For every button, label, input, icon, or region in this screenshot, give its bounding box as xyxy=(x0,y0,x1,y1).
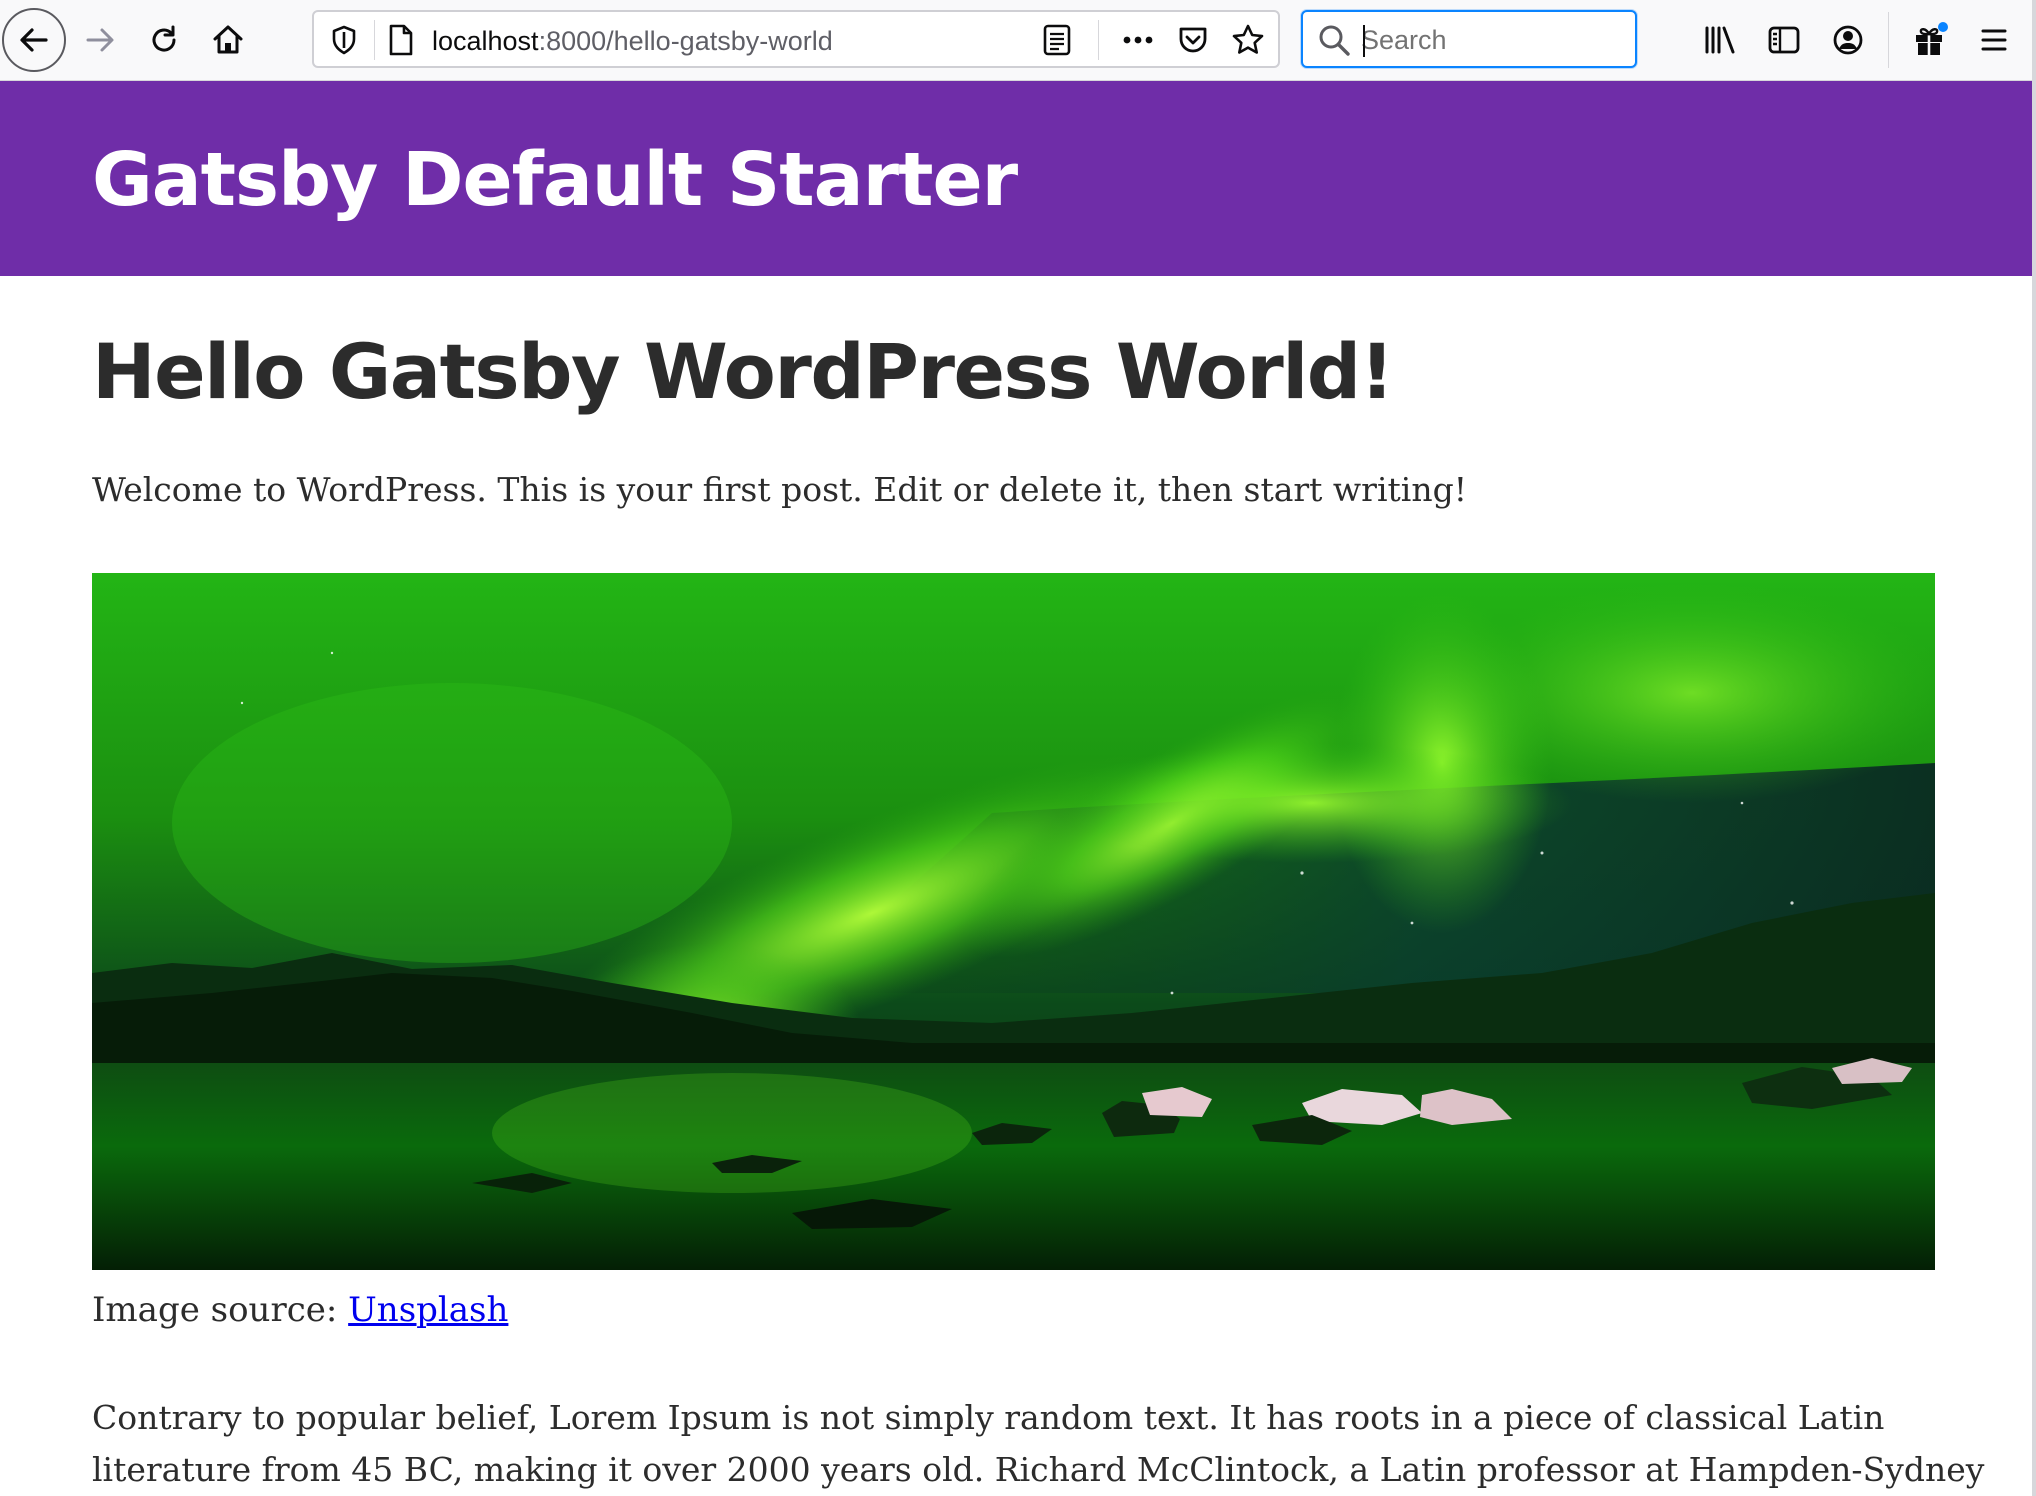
library-icon xyxy=(1702,24,1738,56)
url-separator xyxy=(1098,20,1099,60)
browser-toolbar: localhost:8000/hello-gatsby-world xyxy=(0,0,2036,81)
post-body: Contrary to popular belief, Lorem Ipsum … xyxy=(92,1392,1985,1496)
search-icon xyxy=(1317,23,1351,62)
library-button[interactable] xyxy=(1690,10,1750,70)
whats-new-button[interactable] xyxy=(1900,10,1960,70)
back-arrow-icon xyxy=(17,23,51,57)
unsplash-link[interactable]: Unsplash xyxy=(348,1290,508,1330)
page-actions-icon[interactable] xyxy=(1120,24,1156,61)
forward-arrow-icon xyxy=(83,23,117,57)
forward-button[interactable] xyxy=(70,10,130,70)
search-input[interactable] xyxy=(1361,22,1621,58)
body-line: literature from 45 BC, making it over 20… xyxy=(92,1450,1985,1489)
image-caption: Image source: Unsplash xyxy=(92,1290,508,1330)
menu-icon xyxy=(1978,25,2010,55)
caption-prefix: Image source: xyxy=(92,1290,349,1330)
reload-button[interactable] xyxy=(134,10,194,70)
window-edge xyxy=(2032,0,2036,1496)
site-header: Gatsby Default Starter xyxy=(0,81,2032,276)
sidebar-button[interactable] xyxy=(1754,10,1814,70)
home-icon xyxy=(210,22,246,58)
back-button[interactable] xyxy=(2,8,66,72)
url-text[interactable]: localhost:8000/hello-gatsby-world xyxy=(432,26,833,57)
page-icon[interactable] xyxy=(386,23,416,62)
tracking-shield-icon[interactable] xyxy=(328,24,360,61)
account-icon xyxy=(1831,23,1865,57)
home-button[interactable] xyxy=(198,10,258,70)
address-bar[interactable]: localhost:8000/hello-gatsby-world xyxy=(312,10,1280,68)
toolbar-divider xyxy=(1888,12,1889,68)
whats-new-gift-icon xyxy=(1911,21,1949,59)
pocket-icon[interactable] xyxy=(1176,23,1210,62)
text-caret xyxy=(1363,25,1365,57)
menu-button[interactable] xyxy=(1964,10,2024,70)
url-separator xyxy=(374,20,375,60)
url-path: :8000/hello-gatsby-world xyxy=(538,26,833,56)
aurora-image xyxy=(92,573,1935,1270)
url-host: localhost xyxy=(432,26,539,56)
body-line: Contrary to popular belief, Lorem Ipsum … xyxy=(92,1398,1885,1437)
search-bar[interactable] xyxy=(1301,10,1637,68)
reader-view-icon[interactable] xyxy=(1042,23,1072,62)
post-intro: Welcome to WordPress. This is your first… xyxy=(92,470,1467,509)
reload-icon xyxy=(147,23,181,57)
site-title-link[interactable]: Gatsby Default Starter xyxy=(92,137,1018,223)
post-title: Hello Gatsby WordPress World! xyxy=(92,327,1394,416)
sidebar-icon xyxy=(1767,24,1801,56)
account-button[interactable] xyxy=(1818,10,1878,70)
bookmark-star-icon[interactable] xyxy=(1230,22,1266,63)
